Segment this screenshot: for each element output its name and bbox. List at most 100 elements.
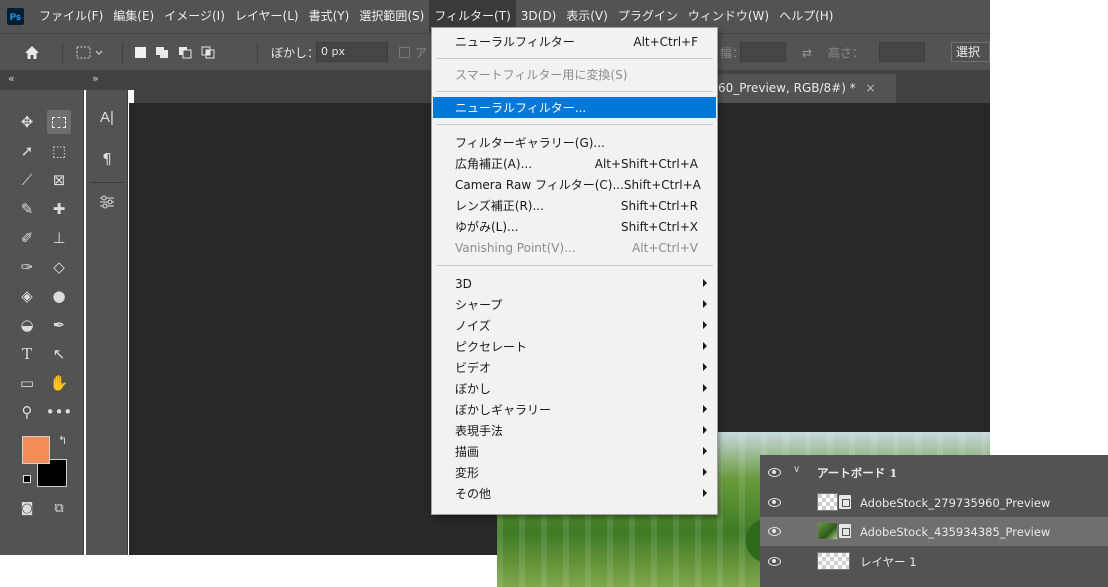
path-select-icon[interactable]: ↖ <box>47 342 71 366</box>
visibility-eye-icon[interactable] <box>768 556 781 566</box>
bucket-icon[interactable]: ◈ <box>15 284 39 308</box>
menu-item-filter-gallery[interactable]: フィルターギャラリー(G)... <box>433 132 716 153</box>
swap-icon[interactable]: ⇄ <box>802 34 812 71</box>
selection-new-icon <box>135 47 146 58</box>
more-icon[interactable]: ••• <box>46 400 73 424</box>
rectangle-icon[interactable]: ▭ <box>15 371 39 395</box>
menu-item-stylize[interactable]: 表現手法 <box>433 420 716 441</box>
menu-type[interactable]: 書式(Y) <box>304 0 355 33</box>
menu-help[interactable]: ヘルプ(H) <box>774 0 838 33</box>
menu-image[interactable]: イメージ(I) <box>159 0 230 33</box>
menu-item-liquify[interactable]: ゆがみ(L)... Shift+Ctrl+X <box>433 216 716 237</box>
foreground-color-swatch[interactable] <box>22 436 50 464</box>
menu-item-video[interactable]: ビデオ <box>433 357 716 378</box>
menu-item-adaptive-wide-angle[interactable]: 広角補正(A)... Alt+Shift+Ctrl+A <box>433 153 716 174</box>
menu-item-label: 描画 <box>455 445 480 459</box>
quick-mask-icon[interactable]: ◙ <box>15 496 39 520</box>
layer-group-row[interactable]: ∨ アートボード 1 <box>760 458 1108 487</box>
document-tab[interactable]: 60_Preview, RGB/8#) * × <box>716 74 896 103</box>
width-input[interactable] <box>740 42 786 62</box>
healing-icon[interactable]: ✚ <box>47 197 71 221</box>
feather-input[interactable]: 0 px <box>316 42 388 62</box>
menu-item-neural-filters[interactable]: ニューラルフィルター... <box>433 97 716 118</box>
type-icon[interactable]: T <box>15 342 39 366</box>
antialias-label: ア <box>415 46 428 60</box>
visibility-eye-icon[interactable] <box>768 467 781 477</box>
eyedropper-icon[interactable]: ✎ <box>15 197 39 221</box>
marquee-icon[interactable] <box>47 110 71 134</box>
menu-item-3d[interactable]: 3D <box>433 273 716 294</box>
screen-mode-icon[interactable]: ⧉ <box>47 496 71 520</box>
selection-add-button[interactable] <box>155 34 170 71</box>
menu-item-convert-smart-filters: スマートフィルター用に変換(S) <box>433 64 716 85</box>
menu-item-shortcut: Shift+Ctrl+R <box>620 198 698 213</box>
menu-layer[interactable]: レイヤー(L) <box>230 0 304 33</box>
object-select-icon[interactable]: ⬚ <box>47 139 71 163</box>
visibility-eye-icon[interactable] <box>768 497 781 507</box>
submenu-arrow-icon <box>703 300 707 308</box>
chevron-down-icon[interactable]: ∨ <box>793 464 800 475</box>
antialias-checkbox[interactable]: ア <box>399 34 427 71</box>
brush-icon[interactable]: ✐ <box>15 226 39 250</box>
selection-subtract-button[interactable] <box>178 34 193 71</box>
history-brush-icon[interactable]: ✑ <box>15 255 39 279</box>
layer-row[interactable]: AdobeStock_279735960_Preview <box>760 488 1108 517</box>
menu-item-label: 3D <box>455 276 472 291</box>
submenu-arrow-icon <box>703 384 707 392</box>
selection-new-button[interactable] <box>135 34 146 71</box>
crop-icon[interactable]: ⟋ <box>15 168 39 192</box>
paragraph-panel-icon[interactable]: ¶ <box>86 144 128 174</box>
hand-icon[interactable]: ✋ <box>47 371 71 395</box>
submenu-arrow-icon <box>703 489 707 497</box>
properties-panel-icon[interactable] <box>86 187 128 217</box>
menu-item-distort[interactable]: 変形 <box>433 462 716 483</box>
frame-icon[interactable]: ⊠ <box>47 168 71 192</box>
menu-file[interactable]: ファイル(F) <box>34 0 108 33</box>
menu-item-camera-raw[interactable]: Camera Raw フィルター(C)... Shift+Ctrl+A <box>433 174 716 195</box>
menu-item-sharpen[interactable]: シャープ <box>433 294 716 315</box>
layer-row[interactable]: レイヤー 1 <box>760 547 1108 576</box>
submenu-arrow-icon <box>703 279 707 287</box>
marquee-preset-button[interactable] <box>76 34 106 71</box>
height-input[interactable] <box>879 42 925 62</box>
menu-edit[interactable]: 編集(E) <box>108 0 159 33</box>
default-colors-icon[interactable] <box>23 475 31 483</box>
pen-icon[interactable]: ✒ <box>47 313 71 337</box>
menu-item-blur[interactable]: ぼかし <box>433 378 716 399</box>
options-divider <box>62 43 63 63</box>
layer-thumbnail <box>817 552 850 570</box>
menu-item-label: 変形 <box>455 466 480 480</box>
document-tab-close-icon[interactable]: × <box>866 81 876 95</box>
submenu-arrow-icon <box>703 342 707 350</box>
eraser-icon[interactable]: ◇ <box>47 255 71 279</box>
blur-drop-icon[interactable]: ● <box>47 284 71 308</box>
layer-row-selected[interactable]: AdobeStock_435934385_Preview <box>760 517 1108 546</box>
menu-item-neural-filters-last[interactable]: ニューラルフィルター Alt+Ctrl+F <box>433 31 716 52</box>
stamp-icon[interactable]: ⊥ <box>47 226 71 250</box>
swap-colors-icon[interactable]: ↰ <box>58 434 67 447</box>
menu-item-lens-correction[interactable]: レンズ補正(R)... Shift+Ctrl+R <box>433 195 716 216</box>
menu-item-label: ニューラルフィルター <box>455 35 575 49</box>
home-button[interactable] <box>24 34 40 71</box>
selection-intersect-button[interactable] <box>201 34 216 71</box>
zoom-icon[interactable]: ⚲ <box>15 400 39 424</box>
menu-item-blur-gallery[interactable]: ぼかしギャラリー <box>433 399 716 420</box>
layer-thumbnail <box>817 522 838 540</box>
sliders-icon <box>100 195 114 209</box>
menu-item-noise[interactable]: ノイズ <box>433 315 716 336</box>
menu-item-pixelate[interactable]: ピクセレート <box>433 336 716 357</box>
character-panel-icon[interactable]: A| <box>86 102 128 132</box>
menu-item-other[interactable]: その他 <box>433 483 716 504</box>
marquee-preset-icon <box>76 46 103 58</box>
collapse-left-icon[interactable]: « <box>8 72 15 85</box>
select-and-mask-button[interactable]: 選択 <box>951 42 990 62</box>
submenu-arrow-icon <box>703 426 707 434</box>
visibility-eye-icon[interactable] <box>768 526 781 536</box>
lasso-icon[interactable]: ➚ <box>15 139 39 163</box>
menu-item-render[interactable]: 描画 <box>433 441 716 462</box>
dodge-icon[interactable]: ◒ <box>15 313 39 337</box>
menu-select[interactable]: 選択範囲(S) <box>354 0 429 33</box>
menu-item-shortcut: Shift+Ctrl+A <box>623 177 701 192</box>
collapse-right-icon[interactable]: » <box>92 72 99 85</box>
move-icon[interactable]: ✥ <box>15 110 39 134</box>
